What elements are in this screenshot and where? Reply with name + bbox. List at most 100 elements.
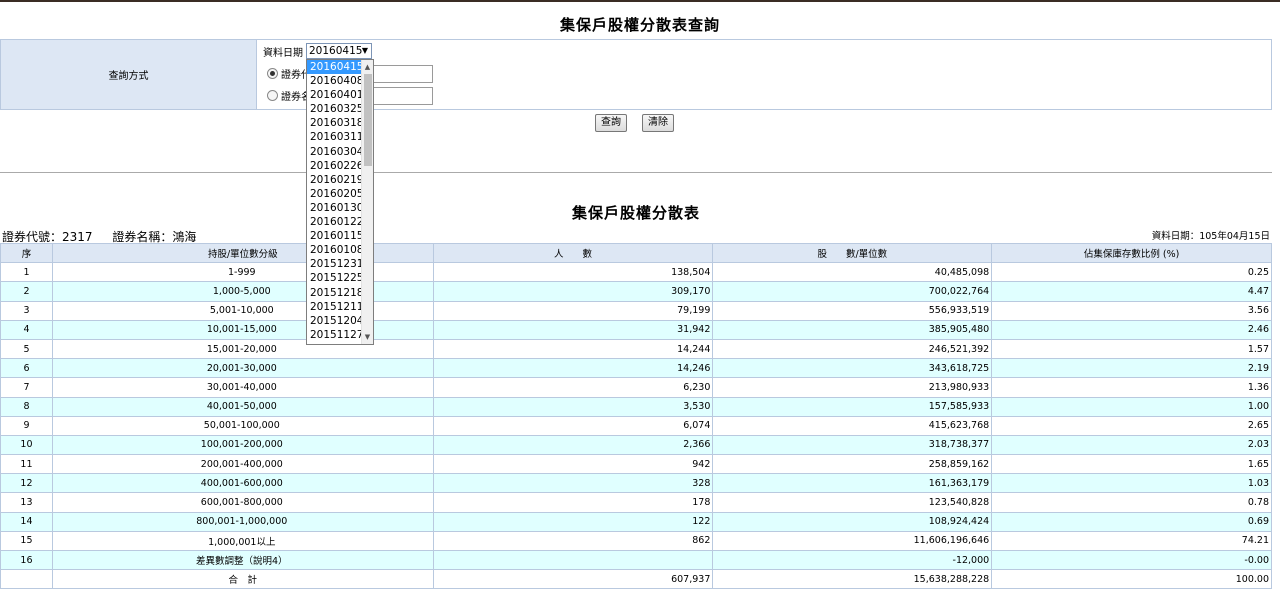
- cell-percent: 2.03: [991, 434, 1272, 456]
- date-dropdown-list[interactable]: 20160415 20160408 20160401 20160325 20160318…: [306, 59, 374, 345]
- date-select-value: 20160415: [309, 45, 363, 57]
- stock-name-input[interactable]: [373, 87, 433, 105]
- cell-holders: [432, 549, 714, 571]
- cell-holders: 6,230: [432, 377, 714, 398]
- cell-percent: 3.56: [991, 300, 1272, 321]
- date-option[interactable]: 20151231: [307, 257, 363, 271]
- date-select[interactable]: 20160415 ▼: [306, 43, 372, 59]
- cell-level: 1,000-5,000: [51, 281, 434, 302]
- date-option[interactable]: 20160108: [307, 243, 363, 257]
- date-option[interactable]: 20160122: [307, 215, 363, 229]
- date-option[interactable]: 20151225: [307, 271, 363, 285]
- cell-seq: 6: [0, 358, 53, 379]
- total-cell-shares: 15,638,288,228: [712, 569, 993, 590]
- cell-shares: 246,521,392: [712, 338, 993, 360]
- cell-percent: 0.69: [991, 511, 1272, 532]
- date-option[interactable]: 20160318: [307, 116, 363, 130]
- cell-holders: 862: [432, 530, 714, 552]
- table-total-row: 合 計 607,937 15,638,288,228 100.00: [0, 569, 1272, 590]
- header-holders: 人 數: [432, 242, 714, 264]
- header-shares: 股 數/單位數: [712, 242, 993, 264]
- table-row: 7 30,001-40,000 6,230 213,980,933 1.36: [0, 377, 1272, 398]
- cell-level: 1-999: [51, 262, 434, 283]
- cell-shares: 556,933,519: [712, 300, 993, 321]
- cell-seq: 9: [0, 415, 53, 436]
- cell-percent: 2.19: [991, 358, 1272, 379]
- total-cell-percent: 100.00: [991, 569, 1272, 590]
- cell-level: 100,001-200,000: [51, 434, 434, 456]
- radio-button-checked[interactable]: [267, 68, 278, 79]
- table-row: 4 10,001-15,000 31,942 385,905,480 2.46: [0, 319, 1272, 340]
- cell-seq: 3: [0, 300, 53, 321]
- cell-level: 400,001-600,000: [51, 473, 434, 494]
- cell-holders: 122: [432, 511, 714, 532]
- dropdown-scrollbar[interactable]: ▲ ▼: [361, 60, 373, 344]
- table-row: 9 50,001-100,000 6,074 415,623,768 2.65: [0, 415, 1272, 436]
- cell-shares: 11,606,196,646: [712, 530, 993, 552]
- page-title: 集保戶股權分散表查詢: [559, 16, 720, 34]
- cell-level: 40,001-50,000: [51, 396, 434, 417]
- scroll-thumb[interactable]: [364, 74, 372, 166]
- cell-seq: 11: [0, 454, 53, 475]
- cell-shares: 213,980,933: [712, 377, 993, 398]
- table-row: 6 20,001-30,000 14,246 343,618,725 2.19: [0, 358, 1272, 379]
- cell-percent: 0.25: [991, 262, 1272, 283]
- cell-percent: 2.46: [991, 319, 1272, 340]
- date-option[interactable]: 20160325: [307, 102, 363, 116]
- cell-holders: 2,366: [432, 434, 714, 456]
- cell-seq: 10: [0, 434, 53, 456]
- date-option[interactable]: 20160226: [307, 159, 363, 173]
- cell-shares: 157,585,933: [712, 396, 993, 417]
- cell-level: 20,001-30,000: [51, 358, 434, 379]
- table-row: 10 100,001-200,000 2,366 318,738,377 2.03: [0, 434, 1272, 456]
- cell-holders: 14,246: [432, 358, 714, 379]
- date-option[interactable]: 20151127: [307, 328, 363, 342]
- cell-percent: 1.36: [991, 377, 1272, 398]
- date-option[interactable]: 20160115: [307, 229, 363, 243]
- clear-button[interactable]: 清除: [642, 114, 674, 132]
- scroll-down-arrow-icon[interactable]: ▼: [362, 332, 373, 342]
- table-title: 集保戶股權分散表: [571, 204, 700, 222]
- table-row: 14 800,001-1,000,000 122 108,924,424 0.69: [0, 511, 1272, 532]
- cell-holders: 6,074: [432, 415, 714, 436]
- date-option[interactable]: 20160408: [307, 74, 363, 88]
- table-row: 5 15,001-20,000 14,244 246,521,392 1.57: [0, 338, 1272, 360]
- cell-seq: 16: [0, 549, 53, 571]
- date-option[interactable]: 20151204: [307, 314, 363, 328]
- date-option[interactable]: 20160415: [307, 60, 363, 75]
- cell-holders: 309,170: [432, 281, 714, 302]
- cell-level: 15,001-20,000: [51, 338, 434, 360]
- date-option[interactable]: 20160219: [307, 173, 363, 187]
- divider: [0, 172, 1272, 173]
- date-label: 資料日期: [263, 47, 303, 59]
- date-option[interactable]: 20151211: [307, 300, 363, 314]
- cell-percent: 74.21: [991, 530, 1272, 552]
- query-button[interactable]: 查詢: [595, 114, 627, 132]
- date-option[interactable]: 20151218: [307, 286, 363, 300]
- date-option[interactable]: 20160401: [307, 88, 363, 102]
- scroll-up-arrow-icon[interactable]: ▲: [362, 62, 373, 72]
- cell-percent: 1.57: [991, 338, 1272, 360]
- cell-shares: 123,540,828: [712, 492, 993, 513]
- cell-holders: 3,530: [432, 396, 714, 417]
- distribution-table: 序 持股/單位數分級 人 數 股 數/單位數 佔集保庫存數比例 (%) 1 1-9…: [0, 242, 1272, 590]
- date-option[interactable]: 20160130: [307, 201, 363, 215]
- cell-shares: 700,022,764: [712, 281, 993, 302]
- cell-seq: 8: [0, 396, 53, 417]
- cell-seq: 13: [0, 492, 53, 513]
- date-option[interactable]: 20160311: [307, 130, 363, 144]
- cell-level: 1,000,001以上: [51, 530, 434, 552]
- date-option[interactable]: 20160205: [307, 187, 363, 201]
- table-row: 11 200,001-400,000 942 258,859,162 1.65: [0, 454, 1272, 475]
- cell-percent: 1.65: [991, 454, 1272, 475]
- cell-percent: 2.65: [991, 415, 1272, 436]
- data-date: 資料日期：105年04月15日: [1151, 231, 1270, 242]
- radio-button[interactable]: [267, 90, 278, 101]
- stock-name-text: 證券名稱：鴻海: [112, 230, 197, 244]
- cell-holders: 31,942: [432, 319, 714, 340]
- table-row: 15 1,000,001以上 862 11,606,196,646 74.21: [0, 530, 1272, 552]
- stock-code-input[interactable]: [373, 65, 433, 83]
- date-option[interactable]: 20160304: [307, 145, 363, 159]
- table-row: 13 600,001-800,000 178 123,540,828 0.78: [0, 492, 1272, 513]
- cell-seq: 4: [0, 319, 53, 340]
